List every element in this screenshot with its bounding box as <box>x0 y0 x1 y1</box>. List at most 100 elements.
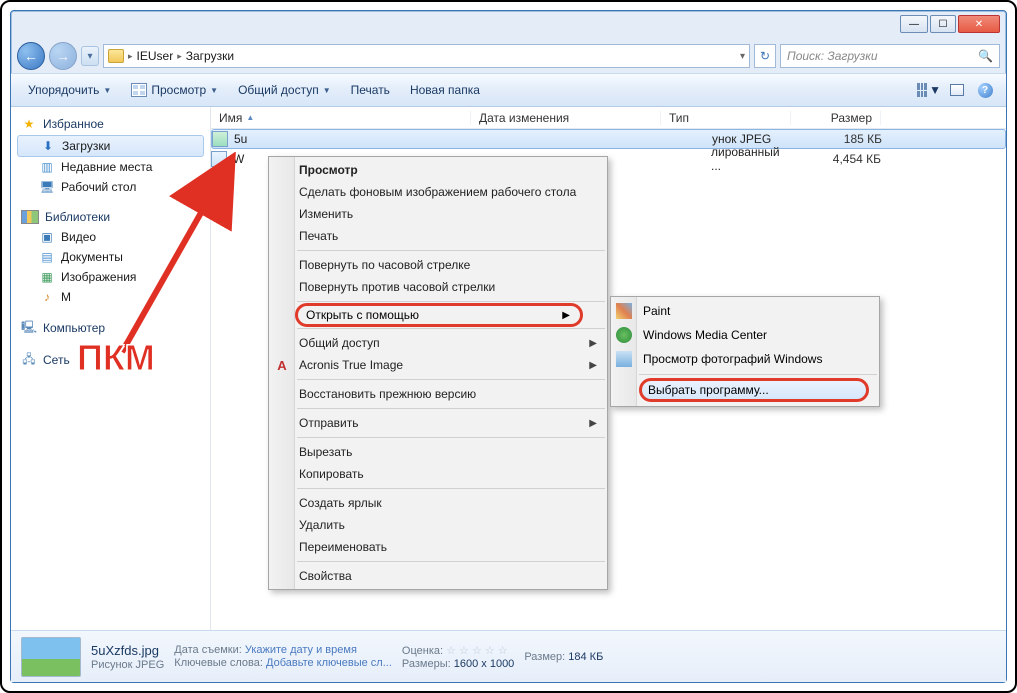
preview-pane-button[interactable] <box>944 79 970 101</box>
details-filename: 5uXzfds.jpg <box>91 643 164 658</box>
ctx-properties[interactable]: Свойства <box>269 565 607 587</box>
crumb-sep-icon: ▸ <box>128 51 133 62</box>
toolbar: Упорядочить▼ Просмотр▼ Общий доступ▼ Печ… <box>11 73 1006 107</box>
sidebar-item-desktop[interactable]: 🖥Рабочий стол <box>11 177 210 197</box>
submenu-wmc[interactable]: Windows Media Center <box>611 323 879 347</box>
media-center-icon <box>616 327 632 343</box>
sidebar-favorites[interactable]: ★Избранное <box>11 113 210 135</box>
document-icon: ▤ <box>39 249 55 265</box>
view-mode-button[interactable]: ▼ <box>916 79 942 101</box>
ctx-edit[interactable]: Изменить <box>269 203 607 225</box>
maximize-button[interactable]: ☐ <box>930 15 956 33</box>
download-icon: ⬇ <box>40 138 56 154</box>
share-button[interactable]: Общий доступ▼ <box>229 78 340 102</box>
new-folder-button[interactable]: Новая папка <box>401 78 489 102</box>
ctx-print[interactable]: Печать <box>269 225 607 247</box>
rating-stars[interactable]: ☆ ☆ ☆ ☆ ☆ <box>446 645 508 657</box>
sidebar-item-recent[interactable]: ▥Недавние места <box>11 157 210 177</box>
details-filetype: Рисунок JPEG <box>91 659 164 671</box>
network-icon: 🖧 <box>21 352 37 368</box>
ctx-share[interactable]: Общий доступ▶ <box>269 332 607 354</box>
details-date-link[interactable]: Укажите дату и время <box>245 644 357 656</box>
library-icon <box>21 210 39 224</box>
search-box[interactable]: Поиск: Загрузки 🔍 <box>780 44 1000 68</box>
back-button[interactable]: ← <box>17 42 45 70</box>
preview-button[interactable]: Просмотр▼ <box>122 78 227 102</box>
organize-button[interactable]: Упорядочить▼ <box>19 78 120 102</box>
ctx-shortcut[interactable]: Создать ярлык <box>269 492 607 514</box>
help-button[interactable]: ? <box>972 79 998 101</box>
submenu-choose-program[interactable]: Выбрать программу... <box>639 378 869 402</box>
video-icon: ▣ <box>39 229 55 245</box>
star-icon: ★ <box>21 116 37 132</box>
column-headers[interactable]: Имя▲ Дата изменения Тип Размер <box>211 107 1006 129</box>
ctx-preview[interactable]: Просмотр <box>269 159 607 181</box>
thumbnail <box>21 637 81 677</box>
forward-button[interactable]: → <box>49 42 77 70</box>
submenu-arrow-icon: ▶ <box>562 310 570 321</box>
ctx-rotate-ccw[interactable]: Повернуть против часовой стрелки <box>269 276 607 298</box>
help-icon: ? <box>978 83 993 98</box>
submenu-photo-viewer[interactable]: Просмотр фотографий Windows <box>611 347 879 371</box>
history-dropdown[interactable]: ▾ <box>81 46 99 66</box>
sidebar-item-video[interactable]: ▣Видео <box>11 227 210 247</box>
file-row[interactable]: 5u унок JPEG 185 КБ <box>211 129 1006 149</box>
sidebar-item-documents[interactable]: ▤Документы <box>11 247 210 267</box>
desktop-icon: 🖥 <box>39 179 55 195</box>
open-with-submenu: Paint Windows Media Center Просмотр фото… <box>610 296 880 407</box>
close-button[interactable]: ✕ <box>958 15 1000 33</box>
sidebar-item-downloads[interactable]: ⬇Загрузки <box>17 135 204 157</box>
ctx-acronis[interactable]: AAcronis True Image▶ <box>269 354 607 376</box>
pane-icon <box>950 84 964 96</box>
preview-icon <box>131 83 147 97</box>
sidebar-computer[interactable]: 🖳Компьютер <box>11 317 210 339</box>
ctx-send-to[interactable]: Отправить▶ <box>269 412 607 434</box>
ctx-copy[interactable]: Копировать <box>269 463 607 485</box>
music-icon: ♪ <box>39 289 55 305</box>
ctx-delete[interactable]: Удалить <box>269 514 607 536</box>
file-icon <box>211 151 227 167</box>
submenu-paint[interactable]: Paint <box>611 299 879 323</box>
jpeg-icon <box>212 131 228 147</box>
chevron-down-icon: ▼ <box>323 86 331 95</box>
sidebar-libraries[interactable]: Библиотеки <box>11 207 210 227</box>
recent-icon: ▥ <box>39 159 55 175</box>
address-dropdown-icon[interactable]: ▾ <box>740 51 745 62</box>
annotation-label: ПКМ <box>77 337 155 379</box>
ctx-set-wallpaper[interactable]: Сделать фоновым изображением рабочего ст… <box>269 181 607 203</box>
breadcrumb-user[interactable]: IEUser <box>137 49 174 63</box>
acronis-icon: A <box>274 357 290 373</box>
photo-viewer-icon <box>616 351 632 367</box>
breadcrumb-folder[interactable]: Загрузки <box>186 49 234 63</box>
submenu-arrow-icon: ▶ <box>589 418 597 429</box>
ctx-restore[interactable]: Восстановить прежнюю версию <box>269 383 607 405</box>
chevron-down-icon: ▼ <box>103 86 111 95</box>
ctx-cut[interactable]: Вырезать <box>269 441 607 463</box>
chevron-down-icon: ▼ <box>210 86 218 95</box>
ctx-rotate-cw[interactable]: Повернуть по часовой стрелке <box>269 254 607 276</box>
sort-asc-icon: ▲ <box>246 113 254 122</box>
titlebar: — ☐ ✕ <box>11 11 1006 39</box>
nav-bar: ← → ▾ ▸ IEUser ▸ Загрузки ▾ ↻ Поиск: Заг… <box>11 39 1006 73</box>
search-icon: 🔍 <box>978 49 993 63</box>
details-pane: 5uXzfds.jpg Рисунок JPEG Дата съемки: Ук… <box>11 630 1006 682</box>
computer-icon: 🖳 <box>21 320 37 336</box>
minimize-button[interactable]: — <box>900 15 928 33</box>
submenu-arrow-icon: ▶ <box>589 360 597 371</box>
address-bar[interactable]: ▸ IEUser ▸ Загрузки ▾ <box>103 44 750 68</box>
sidebar-item-images[interactable]: ▦Изображения <box>11 267 210 287</box>
image-icon: ▦ <box>39 269 55 285</box>
chevron-down-icon: ▼ <box>929 83 941 97</box>
crumb-sep-icon: ▸ <box>177 51 182 62</box>
paint-icon <box>616 303 632 319</box>
submenu-arrow-icon: ▶ <box>589 338 597 349</box>
search-placeholder: Поиск: Загрузки <box>787 49 878 63</box>
ctx-rename[interactable]: Переименовать <box>269 536 607 558</box>
print-button[interactable]: Печать <box>342 78 399 102</box>
refresh-button[interactable]: ↻ <box>754 44 776 68</box>
details-tags-link[interactable]: Добавьте ключевые сл... <box>266 657 392 669</box>
context-menu: Просмотр Сделать фоновым изображением ра… <box>268 156 608 590</box>
folder-icon <box>108 49 124 63</box>
sidebar-item-music[interactable]: ♪М <box>11 287 210 307</box>
ctx-open-with[interactable]: Открыть с помощью▶ <box>295 303 583 327</box>
